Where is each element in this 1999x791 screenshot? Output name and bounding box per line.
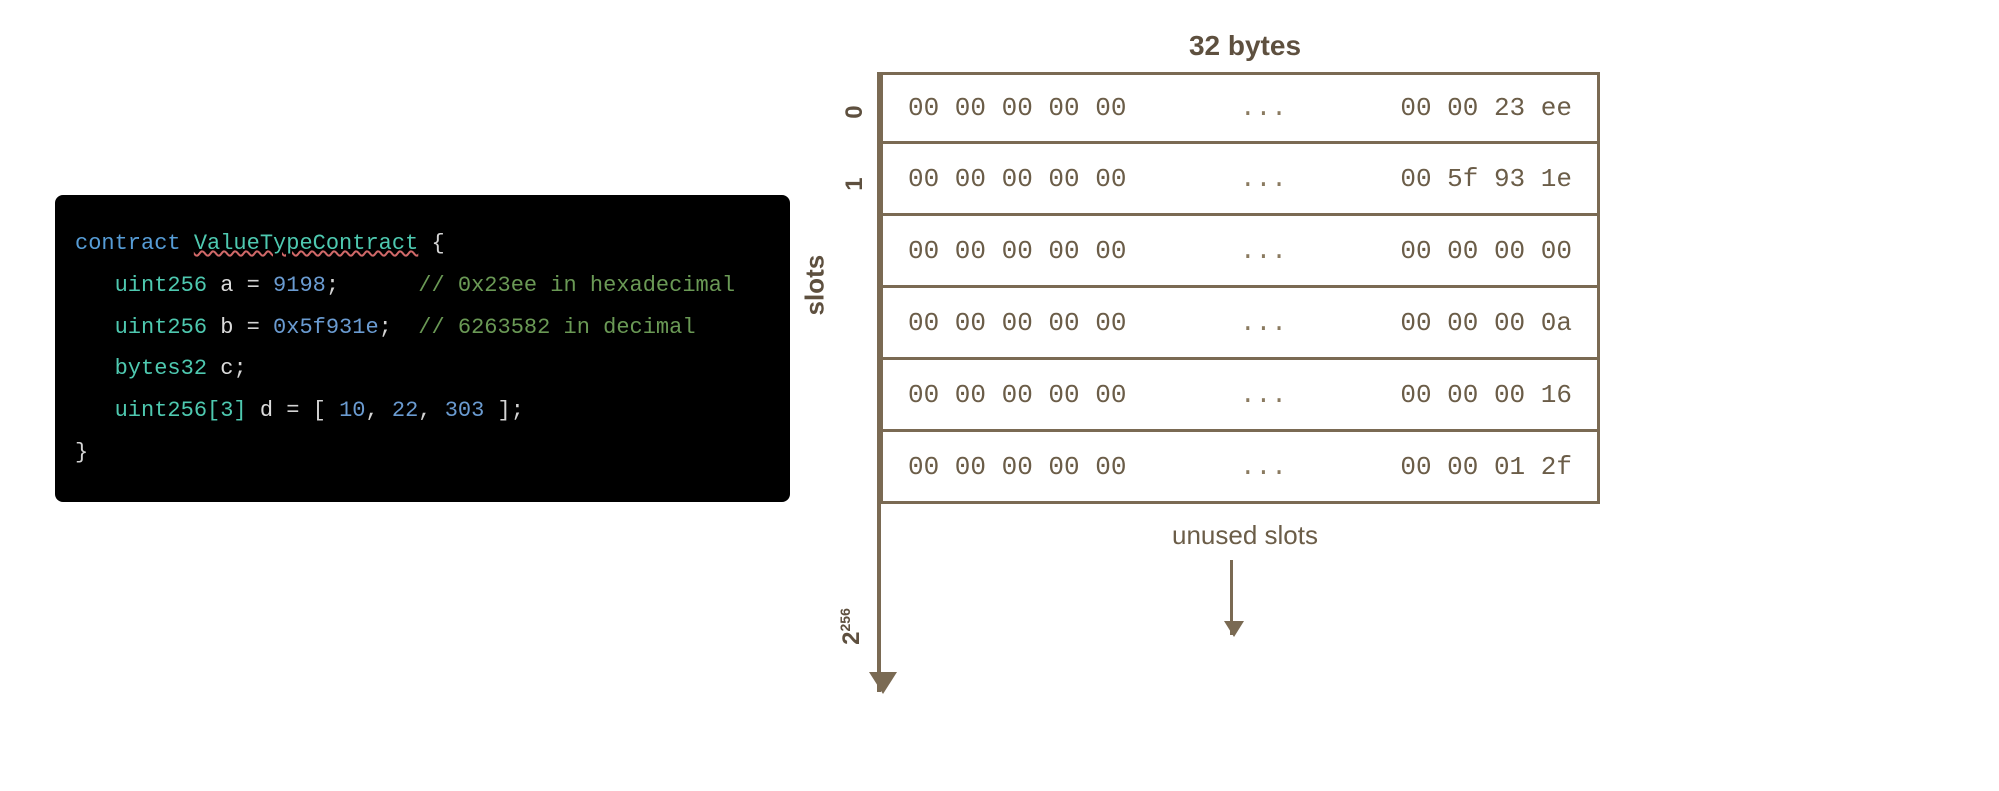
slots-axis-label: slots xyxy=(800,255,831,316)
code-line-contract: contract ValueTypeContract { xyxy=(75,223,770,265)
slot-bytes-right: 00 00 23 ee xyxy=(1400,93,1572,123)
max-base: 2 xyxy=(838,632,865,645)
slot-ellipsis: ... xyxy=(1240,452,1287,482)
type-a: uint256 xyxy=(115,273,207,298)
code-line-c: bytes32 c; xyxy=(75,348,770,390)
d-v1: 10 xyxy=(339,398,365,423)
max-exp: 256 xyxy=(837,608,853,631)
semi-b: ; xyxy=(379,315,392,340)
slot-index-0: 0 xyxy=(841,97,869,127)
slot-ellipsis: ... xyxy=(1240,164,1287,194)
val-a: 9198 xyxy=(273,273,326,298)
slot-row: 00 00 00 00 00 ... 00 5f 93 1e xyxy=(880,144,1600,216)
unused-slots-label: unused slots xyxy=(880,520,1610,551)
down-arrow-icon xyxy=(1230,560,1233,635)
slot-row: 00 00 00 00 00 ... 00 00 00 16 xyxy=(880,360,1600,432)
val-b: 0x5f931e xyxy=(273,315,379,340)
slot-row: 00 00 00 00 00 ... 00 00 00 00 xyxy=(880,216,1600,288)
slot-bytes-right: 00 00 00 00 xyxy=(1400,236,1572,266)
d-c2: , xyxy=(418,398,431,423)
d-v2: 22 xyxy=(392,398,418,423)
eq-a: = xyxy=(247,273,260,298)
code-line-d: uint256[3] d = [ 10, 22, 303 ]; xyxy=(75,390,770,432)
code-line-close: } xyxy=(75,432,770,474)
slot-bytes-left: 00 00 00 00 00 xyxy=(908,164,1126,194)
slot-index-1: 1 xyxy=(841,169,869,199)
max-slot-label: 2256 xyxy=(837,608,866,645)
semi-d: ; xyxy=(511,398,524,423)
code-panel: contract ValueTypeContract { uint256 a =… xyxy=(55,195,790,502)
slot-bytes-left: 00 00 00 00 00 xyxy=(908,93,1126,123)
type-c: bytes32 xyxy=(115,356,207,381)
slot-ellipsis: ... xyxy=(1240,236,1287,266)
code-line-b: uint256 b = 0x5f931e; // 6263582 in deci… xyxy=(75,307,770,349)
d-v3: 303 xyxy=(445,398,485,423)
slot-bytes-left: 00 00 00 00 00 xyxy=(908,236,1126,266)
d-c1: , xyxy=(365,398,378,423)
slot-ellipsis: ... xyxy=(1240,93,1287,123)
semi-a: ; xyxy=(326,273,339,298)
slot-bytes-left: 00 00 00 00 00 xyxy=(908,452,1126,482)
comment-a: // 0x23ee in hexadecimal xyxy=(418,273,735,298)
var-d: d xyxy=(260,398,273,423)
semi-c: ; xyxy=(233,356,246,381)
type-d: uint256[3] xyxy=(115,398,247,423)
slot-ellipsis: ... xyxy=(1240,380,1287,410)
slot-row: 00 00 00 00 00 ... 00 00 23 ee xyxy=(880,72,1600,144)
var-b: b xyxy=(220,315,233,340)
var-a: a xyxy=(220,273,233,298)
bytes-label: 32 bytes xyxy=(880,30,1610,62)
slot-bytes-right: 00 5f 93 1e xyxy=(1400,164,1572,194)
code-line-a: uint256 a = 9198; // 0x23ee in hexadecim… xyxy=(75,265,770,307)
contract-name: ValueTypeContract xyxy=(194,231,418,256)
slot-bytes-left: 00 00 00 00 00 xyxy=(908,308,1126,338)
brace-close: } xyxy=(75,440,88,465)
comment-b: // 6263582 in decimal xyxy=(418,315,695,340)
slot-row: 00 00 00 00 00 ... 00 00 01 2f xyxy=(880,432,1600,504)
slot-bytes-right: 00 00 00 16 xyxy=(1400,380,1572,410)
slot-bytes-right: 00 00 01 2f xyxy=(1400,452,1572,482)
close-d: ] xyxy=(498,398,511,423)
open-d: [ xyxy=(313,398,326,423)
slots-table: 00 00 00 00 00 ... 00 00 23 ee 00 00 00 … xyxy=(880,72,1600,504)
type-b: uint256 xyxy=(115,315,207,340)
slot-bytes-right: 00 00 00 0a xyxy=(1400,308,1572,338)
storage-diagram: 32 bytes slots 0 1 00 00 00 00 00 ... 00… xyxy=(830,30,1610,750)
var-c: c xyxy=(220,356,233,381)
diagram-container: contract ValueTypeContract { uint256 a =… xyxy=(0,0,1999,791)
slot-bytes-left: 00 00 00 00 00 xyxy=(908,380,1126,410)
slot-ellipsis: ... xyxy=(1240,308,1287,338)
keyword-contract: contract xyxy=(75,231,181,256)
slot-row: 00 00 00 00 00 ... 00 00 00 0a xyxy=(880,288,1600,360)
eq-b: = xyxy=(247,315,260,340)
brace-open: { xyxy=(431,231,444,256)
eq-d: = xyxy=(286,398,299,423)
